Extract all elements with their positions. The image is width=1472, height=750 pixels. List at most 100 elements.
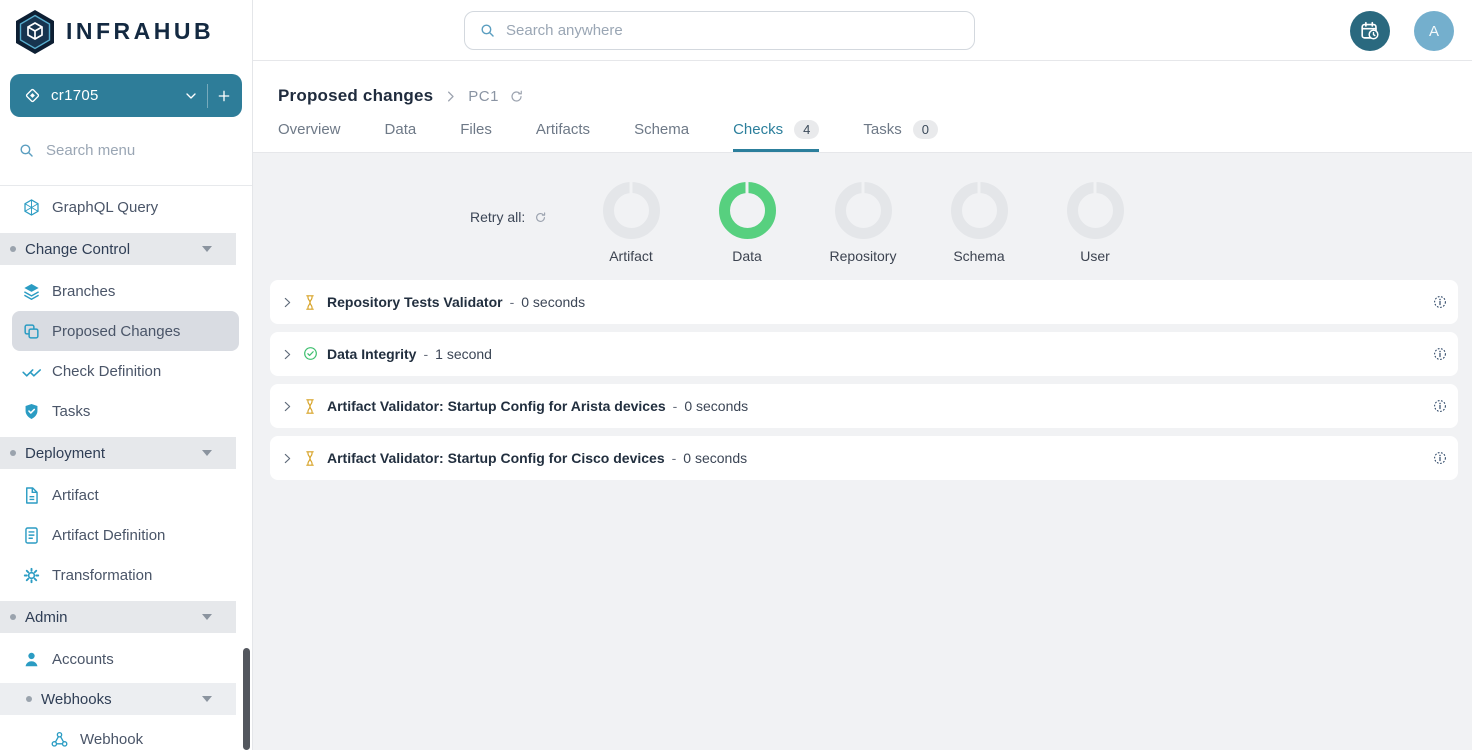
check-row[interactable]: Data Integrity - 1 second — [270, 332, 1458, 376]
check-definition-icon — [22, 362, 41, 381]
chevron-down-icon[interactable] — [202, 450, 212, 456]
tab-badge: 4 — [794, 120, 819, 139]
validator-label: Artifact — [609, 248, 653, 264]
sidebar-item[interactable]: Webhooks — [0, 683, 236, 715]
transformation-icon — [22, 566, 41, 585]
sidebar-item[interactable]: Artifact Definition — [12, 515, 239, 555]
tab[interactable]: Schema — [634, 120, 689, 152]
info-icon[interactable] — [1433, 399, 1447, 413]
chevron-right-icon[interactable] — [281, 296, 294, 309]
section-bullet — [10, 614, 16, 620]
chevron-right-icon[interactable] — [281, 348, 294, 361]
validator-ring[interactable] — [719, 182, 776, 239]
chevron-down-icon[interactable] — [202, 614, 212, 620]
tab[interactable]: Overview — [278, 120, 341, 152]
sidebar-item[interactable]: Transformation — [12, 555, 239, 595]
validator: Repository — [805, 182, 921, 264]
main-area: A Proposed changes PC1 Overview Data — [253, 0, 1472, 750]
search-icon — [479, 22, 496, 39]
check-row[interactable]: Artifact Validator: Startup Config for C… — [270, 436, 1458, 480]
validator-label: Repository — [830, 248, 897, 264]
sidebar-menu: GraphQL Query Change Control Branches — [0, 185, 252, 750]
ring-notch — [630, 182, 633, 194]
validator-ring[interactable] — [1067, 182, 1124, 239]
section-bullet — [26, 696, 32, 702]
search-icon — [18, 142, 35, 159]
branch-selector[interactable]: cr1705 — [10, 74, 242, 117]
validator: Schema — [921, 182, 1037, 264]
chevron-down-icon[interactable] — [202, 696, 212, 702]
check-separator: - — [672, 450, 677, 466]
tasks-icon — [22, 402, 41, 421]
check-title: Data Integrity — [327, 346, 416, 362]
sidebar-item[interactable]: GraphQL Query — [12, 187, 239, 227]
validator-ring[interactable] — [603, 182, 660, 239]
check-separator: - — [423, 346, 428, 362]
check-duration: 1 second — [435, 346, 492, 362]
sidebar-item[interactable]: Change Control — [0, 233, 236, 265]
tab[interactable]: Checks 4 — [733, 120, 819, 152]
retry-icon[interactable] — [534, 211, 547, 224]
sidebar-search-input[interactable] — [46, 142, 216, 159]
check-title: Repository Tests Validator — [327, 294, 503, 310]
webhook-icon — [50, 730, 69, 749]
info-icon[interactable] — [1433, 347, 1447, 361]
validator-ring[interactable] — [951, 182, 1008, 239]
tab[interactable]: Artifacts — [536, 120, 590, 152]
sidebar-item[interactable]: Deployment — [0, 437, 236, 469]
proposed-changes-icon — [22, 322, 41, 341]
avatar[interactable]: A — [1414, 11, 1454, 51]
check-row[interactable]: Repository Tests Validator - 0 seconds — [270, 280, 1458, 324]
avatar-initial: A — [1429, 23, 1439, 40]
check-list: Repository Tests Validator - 0 seconds D… — [270, 280, 1458, 480]
info-icon[interactable] — [1433, 295, 1447, 309]
hourglass-icon — [303, 294, 318, 311]
brand-header[interactable]: INFRAHUB — [0, 0, 252, 61]
validator: User — [1037, 182, 1153, 264]
artifact-definition-icon — [22, 526, 41, 545]
sidebar-item[interactable]: Branches — [12, 271, 239, 311]
global-search[interactable] — [464, 11, 975, 50]
breadcrumb: Proposed changes PC1 — [278, 86, 1472, 106]
chevron-right-icon[interactable] — [281, 452, 294, 465]
add-branch-button[interactable] — [216, 88, 232, 104]
sidebar-item[interactable]: Artifact — [12, 475, 239, 515]
check-row[interactable]: Artifact Validator: Startup Config for A… — [270, 384, 1458, 428]
sidebar-item[interactable]: Proposed Changes — [12, 311, 239, 351]
retry-all: Retry all: — [470, 209, 547, 225]
global-search-input[interactable] — [506, 22, 960, 39]
tab[interactable]: Data — [385, 120, 417, 152]
calendar-clock-icon — [1359, 20, 1381, 42]
validator-label: Schema — [953, 248, 1004, 264]
refresh-icon[interactable] — [509, 89, 524, 104]
check-circle-icon — [303, 346, 318, 363]
checks-panel: Retry all: Artifact Data Reposit — [253, 153, 1472, 750]
ring-notch — [1094, 182, 1097, 194]
info-icon[interactable] — [1433, 451, 1447, 465]
section-bullet — [10, 450, 16, 456]
accounts-icon — [22, 650, 41, 669]
section-bullet — [10, 246, 16, 252]
sidebar-item[interactable]: Accounts — [12, 639, 239, 679]
check-title: Artifact Validator: Startup Config for C… — [327, 450, 665, 466]
chevron-down-icon[interactable] — [183, 88, 199, 104]
sidebar-item[interactable]: Webhook — [12, 719, 239, 750]
tab[interactable]: Files — [460, 120, 492, 152]
graphql-icon — [22, 198, 41, 217]
sidebar-item[interactable]: Admin — [0, 601, 236, 633]
topbar: A — [253, 0, 1472, 61]
schedule-button[interactable] — [1350, 11, 1390, 51]
sidebar-item[interactable]: Tasks — [12, 391, 239, 431]
validator: Data — [689, 182, 805, 264]
tab[interactable]: Tasks 0 — [863, 120, 938, 152]
sidebar-item[interactable]: Check Definition — [12, 351, 239, 391]
brand-name: INFRAHUB — [66, 18, 214, 45]
sidebar-search[interactable] — [18, 142, 236, 159]
chevron-down-icon[interactable] — [202, 246, 212, 252]
hourglass-icon — [303, 398, 318, 415]
sidebar-scrollbar-thumb[interactable] — [243, 648, 250, 750]
chevron-right-icon[interactable] — [281, 400, 294, 413]
validator-ring[interactable] — [835, 182, 892, 239]
validator: Artifact — [573, 182, 689, 264]
hourglass-icon — [303, 450, 318, 467]
